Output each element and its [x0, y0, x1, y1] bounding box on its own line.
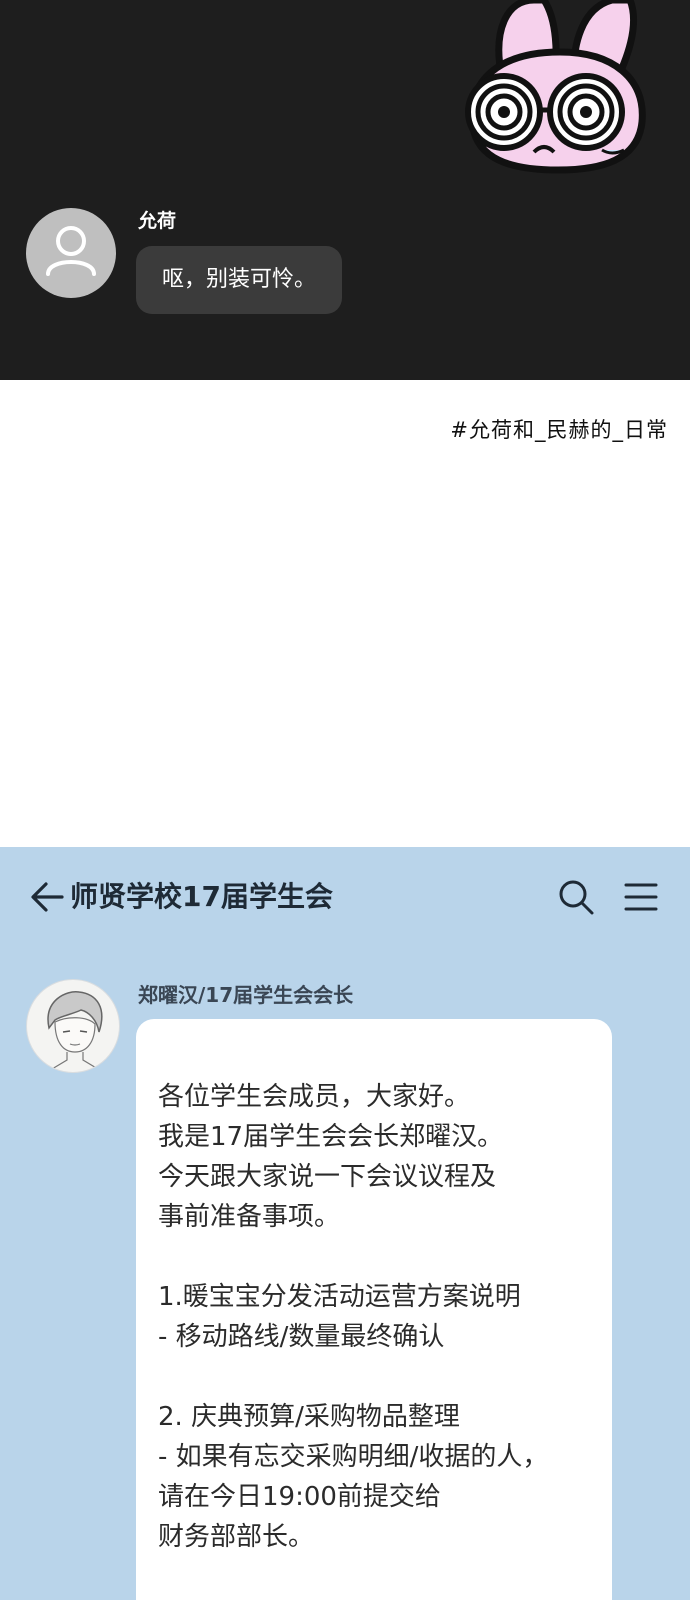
message-line: 我是17届学生会会长郑曜汉。: [158, 1122, 504, 1152]
user-avatar-illustration: [46, 991, 104, 1072]
chat-room-title: 师贤学校17届学生会: [70, 880, 333, 913]
message-line: - 移动路线/数量最终确认: [158, 1322, 445, 1352]
dizzy-bunny-sticker: [462, 0, 652, 175]
hamburger-menu-icon: [624, 883, 658, 911]
sender-avatar[interactable]: [26, 979, 120, 1073]
arrow-left-icon: [31, 882, 64, 912]
message-line: 各位学生会成员，大家好。: [158, 1082, 471, 1112]
message-line: 2. 庆典预算/采购物品整理: [158, 1402, 460, 1432]
message-line: 1.暖宝宝分发活动运营方案说明: [158, 1282, 521, 1312]
group-chat-panel: 师贤学校17届学生会 郑曜汉/17届学生会会长 各位学生会成员，大家好。 我是1…: [0, 847, 690, 1600]
sender-avatar[interactable]: [26, 208, 116, 298]
message-line: [158, 1237, 548, 1277]
message-line: 今天跟大家说一下会议议程及: [158, 1162, 497, 1192]
sender-name: 允荷: [138, 210, 177, 232]
dark-chat-panel: 允荷 呕，别装可怜。: [0, 0, 690, 380]
message-line: 请在今日19:00前提交给: [158, 1482, 441, 1512]
message-line: - 如果有忘交采购明细/收据的人，: [158, 1442, 549, 1472]
default-user-icon: [46, 226, 96, 276]
sender-name: 郑曜汉/17届学生会会长: [138, 983, 354, 1007]
search-icon: [559, 880, 594, 915]
series-hashtag: #允荷和_民赫的_日常: [450, 418, 668, 442]
menu-button[interactable]: [620, 879, 660, 915]
message-bubble[interactable]: 呕，别装可怜。: [136, 246, 343, 314]
message-bubble[interactable]: 各位学生会成员，大家好。 我是17届学生会会长郑曜汉。 今天跟大家说一下会议议程…: [136, 1019, 612, 1600]
search-button[interactable]: [556, 877, 596, 917]
message-line: 事前准备事项。: [158, 1202, 341, 1232]
back-button[interactable]: [28, 879, 68, 915]
message-line: 财务部部长。: [158, 1522, 315, 1552]
message-line: [158, 1357, 548, 1397]
message-text: 各位学生会成员，大家好。 我是17届学生会会长郑曜汉。 今天跟大家说一下会议议程…: [158, 1077, 548, 1557]
